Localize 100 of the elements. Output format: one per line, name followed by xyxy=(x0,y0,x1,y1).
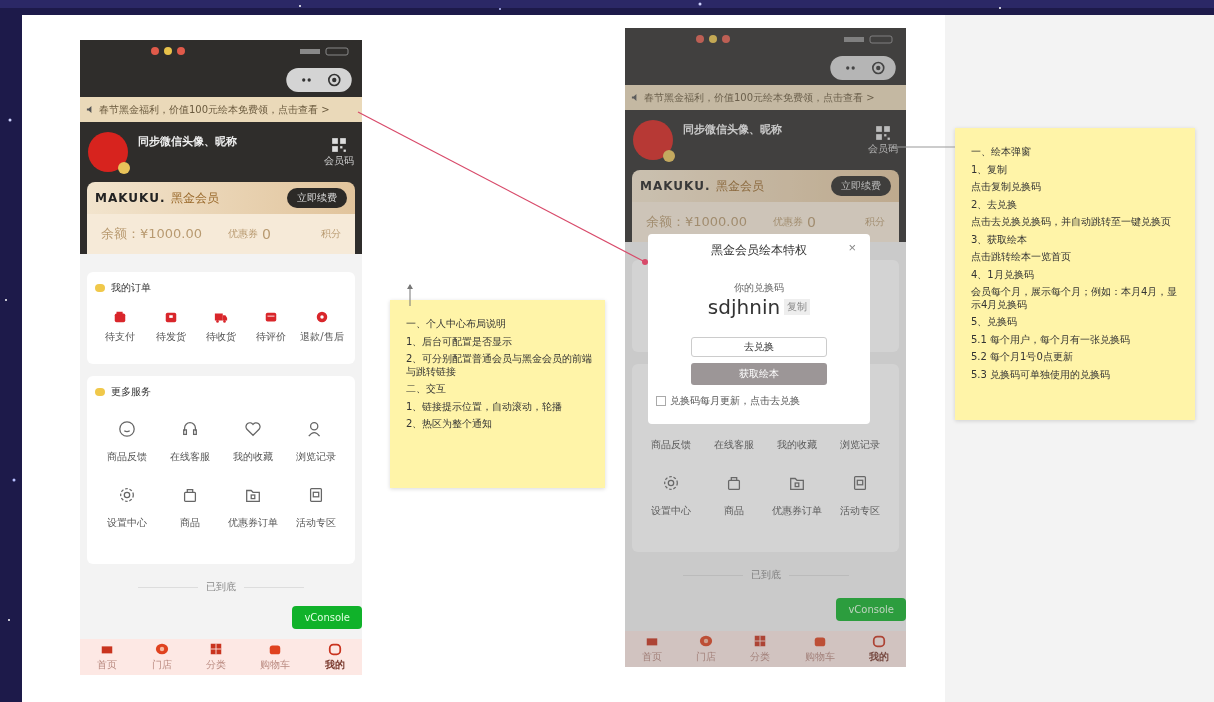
note-line: 点击跳转绘本一览首页 xyxy=(971,251,1072,264)
tab[interactable]: 我的 xyxy=(324,642,345,672)
note-line: 5、兑换码 xyxy=(971,316,1019,329)
note-line: 1、复制 xyxy=(971,163,1009,176)
notice-banner[interactable]: 春节黑金福利，价值100元绘本免费领，点击查看 > xyxy=(625,85,906,110)
note-line: 3、获取绘本 xyxy=(971,233,1029,246)
arrow xyxy=(407,284,413,307)
order-status-item[interactable]: 待评价 xyxy=(246,310,297,344)
copy-button[interactable]: 复制 xyxy=(784,299,811,315)
note-line: 5.3 兑换码可单独使用的兑换码 xyxy=(971,368,1112,381)
tier-label: 黑金会员 xyxy=(716,177,766,195)
agreement-text: 兑换码每月更新，点击去兑换 xyxy=(670,394,800,408)
tab[interactable]: 购物车 xyxy=(260,642,291,672)
capsule-menu-icon[interactable] xyxy=(286,67,352,92)
balance-text: 余额：¥1000.00 xyxy=(101,225,203,243)
note-line: 点击去兑换兑换码，并自动跳转至一键兑换页 xyxy=(971,216,1172,229)
service-item[interactable]: 活动专区 xyxy=(284,486,347,530)
settings-icon xyxy=(662,474,681,492)
coupon-count: 0 xyxy=(262,226,272,242)
user-name: 同步微信头像、昵称 xyxy=(138,134,238,149)
brand-logo: MAKUKU. xyxy=(95,191,166,205)
store-icon xyxy=(699,634,714,648)
user-name: 同步微信头像、昵称 xyxy=(683,122,783,137)
category-icon xyxy=(753,634,768,648)
service-item[interactable]: 设置中心 xyxy=(95,486,158,530)
note-line: 会员每个月，展示每个月；例如：本月4月，显示4月兑换码 xyxy=(971,286,1179,311)
note-line: 一、个人中心布局说明 xyxy=(406,318,507,331)
signal-battery-icon xyxy=(300,46,350,56)
note-line: 5.1 每个用户，每个月有一张兑换码 xyxy=(971,333,1132,346)
tab[interactable]: 分类 xyxy=(205,642,226,672)
status-dots-icon xyxy=(695,34,731,44)
return-icon xyxy=(314,310,329,324)
end-of-list-text: 已到底 xyxy=(206,580,236,594)
code-label: 你的兑换码 xyxy=(734,281,784,295)
end-of-list-text: 已到底 xyxy=(750,568,781,582)
points-label: 积分 xyxy=(865,215,885,229)
service-item[interactable]: 商品反馈 xyxy=(95,420,158,464)
tab[interactable]: 首页 xyxy=(97,642,118,672)
settings-icon xyxy=(117,486,136,504)
tab[interactable]: 我的 xyxy=(868,634,889,664)
service-item[interactable]: 设置中心 xyxy=(640,474,703,518)
renew-button[interactable]: 立即续费 xyxy=(287,188,347,208)
tier-label: 黑金会员 xyxy=(171,189,221,207)
renew-button[interactable]: 立即续费 xyxy=(831,176,891,196)
vconsole-button[interactable]: vConsole xyxy=(292,606,362,629)
redeem-code: sdjhnin xyxy=(707,295,781,319)
note-line: 二、交互 xyxy=(406,383,447,396)
balance-text: 余额：¥1000.00 xyxy=(646,213,748,231)
qr-code-icon xyxy=(331,136,347,153)
order-status-item[interactable]: 待发货 xyxy=(145,310,196,344)
note-line: 1、链接提示位置，自动滚动，轮播 xyxy=(406,400,564,413)
service-item[interactable]: 优惠券订单 xyxy=(221,486,284,530)
service-item[interactable]: 我的收藏 xyxy=(221,420,284,464)
signal-battery-icon xyxy=(844,34,894,44)
order-status-item[interactable]: 待收货 xyxy=(195,310,247,344)
heart-icon xyxy=(243,420,262,438)
order-status-item[interactable]: 退款/售后 xyxy=(296,310,348,344)
note-line: 2、热区为整个通知 xyxy=(406,418,494,431)
note-line: 一、绘本弹窗 xyxy=(971,146,1032,159)
section-title: 更多服务 xyxy=(111,385,151,399)
order-status-item[interactable]: 待支付 xyxy=(95,310,146,344)
note-line: 2、去兑换 xyxy=(971,198,1019,211)
badge-icon xyxy=(118,162,130,174)
service-item[interactable]: 在线客服 xyxy=(158,420,221,464)
note-line: 1、后台可配置是否显示 xyxy=(406,335,514,348)
tab[interactable]: 门店 xyxy=(151,642,172,672)
checkbox[interactable] xyxy=(656,396,666,406)
coupon-label: 优惠券 xyxy=(228,227,259,241)
note-line: 2、可分别配置普通会员与黑金会员的前端与跳转链接 xyxy=(406,353,594,378)
status-dots-icon xyxy=(150,46,186,56)
wallet-icon xyxy=(113,310,128,324)
coin-icon xyxy=(95,388,105,396)
dialog-title: 黑金会员绘本特权 xyxy=(711,242,807,259)
category-icon xyxy=(208,642,223,656)
service-item[interactable]: 优惠券订单 xyxy=(765,474,829,518)
service-item[interactable]: 活动专区 xyxy=(828,474,891,518)
close-button[interactable]: × xyxy=(846,240,858,255)
notice-banner[interactable]: 春节黑金福利，价值100元绘本免费领，点击查看 > xyxy=(80,97,362,122)
coupon-label: 优惠券 xyxy=(773,215,804,229)
note-line: 5.2 每个月1号0点更新 xyxy=(971,351,1074,364)
coin-icon xyxy=(95,284,105,292)
points-label: 积分 xyxy=(321,227,341,241)
profile-icon xyxy=(871,634,886,648)
get-books-button[interactable]: 获取绘本 xyxy=(691,363,827,385)
message-icon xyxy=(264,310,279,324)
capsule-menu-icon[interactable] xyxy=(830,55,896,80)
box-icon xyxy=(163,310,178,324)
note-line: 点击复制兑换码 xyxy=(971,181,1042,194)
redeem-button[interactable]: 去兑换 xyxy=(691,337,827,357)
headset-icon xyxy=(180,420,199,438)
notice-text: 春节黑金福利，价值100元绘本免费领，点击查看 > xyxy=(644,90,875,105)
section-title: 我的订单 xyxy=(111,281,151,295)
service-item[interactable]: 商品 xyxy=(158,486,221,530)
service-item[interactable]: 商品 xyxy=(702,474,766,518)
coupon-count: 0 xyxy=(807,214,817,230)
brand-logo: MAKUKU. xyxy=(640,179,711,193)
service-item[interactable]: 浏览记录 xyxy=(284,420,347,464)
smile-icon xyxy=(117,420,136,438)
notice-text: 春节黑金福利，价值100元绘本免费领，点击查看 > xyxy=(99,102,330,117)
qr-code-button[interactable]: 会员码 xyxy=(324,136,354,168)
